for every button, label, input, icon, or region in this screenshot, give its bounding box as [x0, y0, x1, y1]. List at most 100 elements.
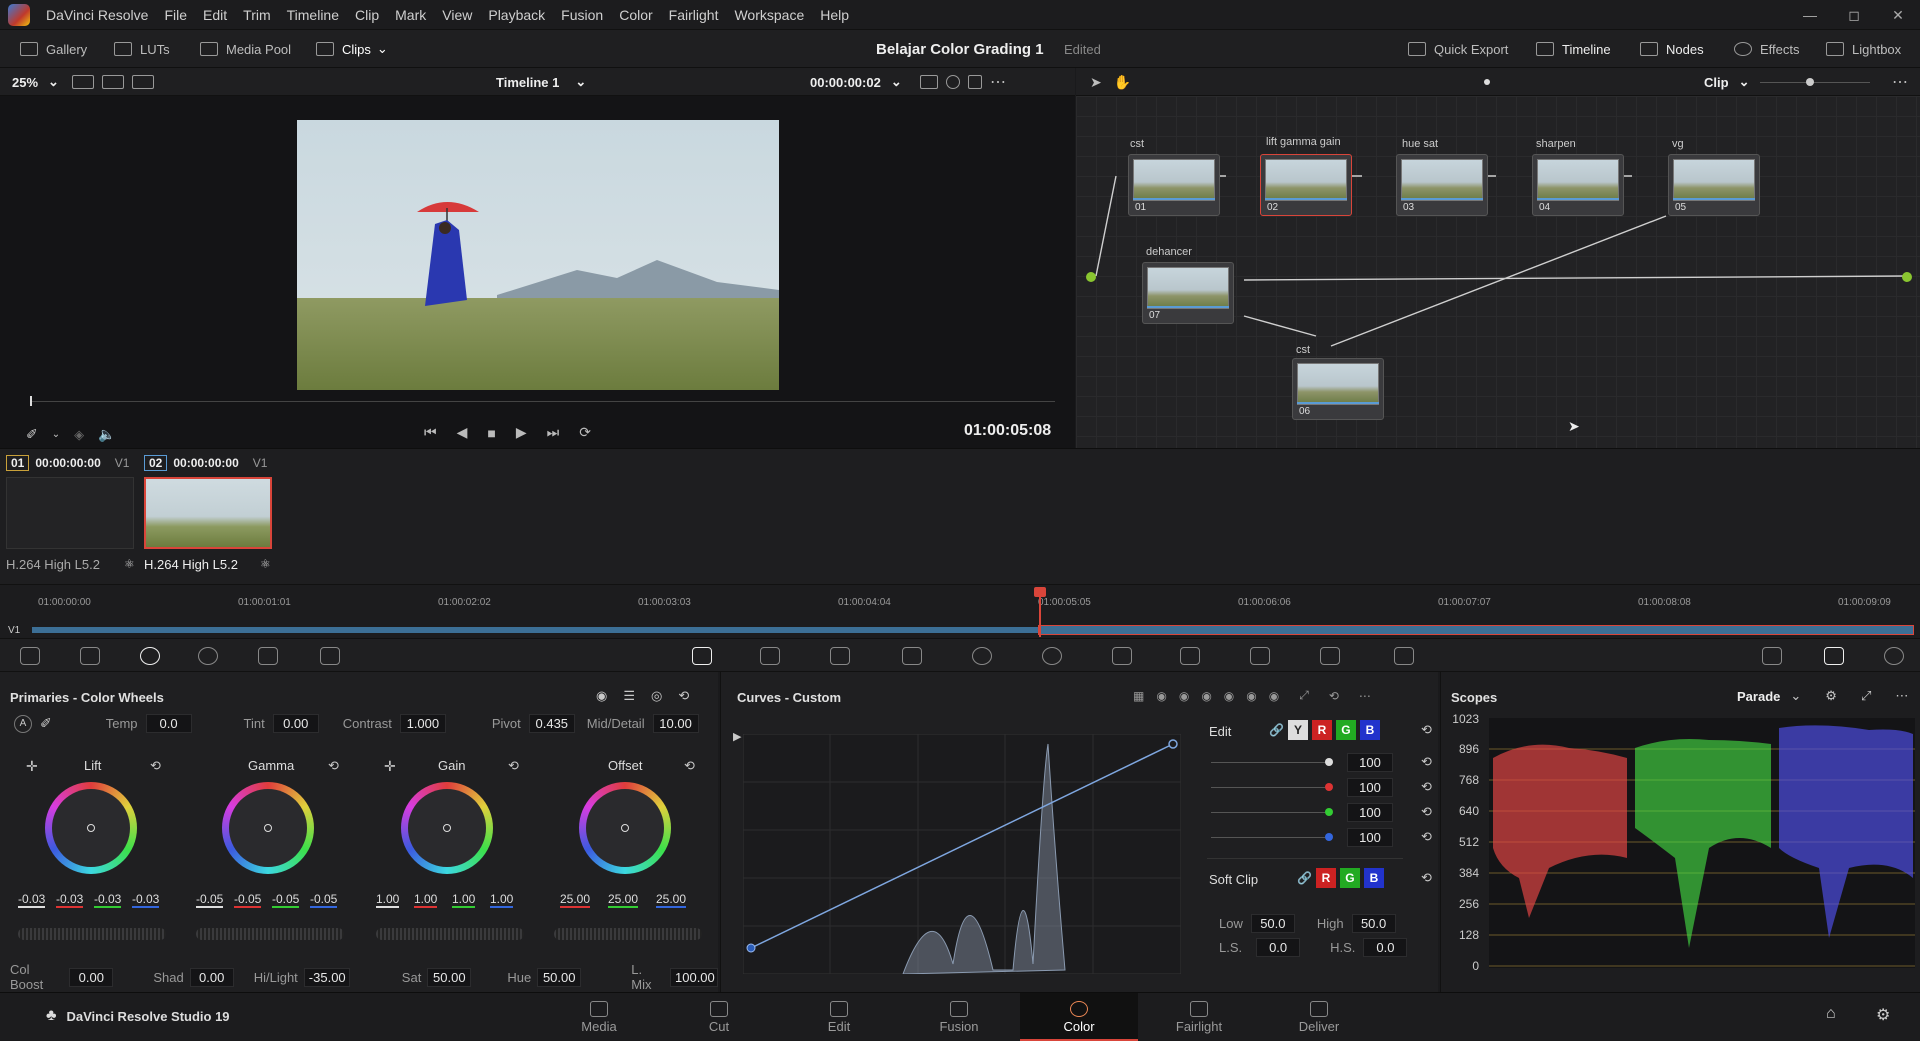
loop-icon[interactable]: ⟳ [579, 424, 591, 441]
volume-icon[interactable]: 🔈 [98, 426, 115, 443]
compare-viewer-icon[interactable] [132, 75, 154, 89]
link-icon[interactable]: 🔗 [1269, 723, 1284, 737]
media-pool-button[interactable]: Media Pool [200, 30, 291, 68]
3d-icon[interactable] [1320, 647, 1340, 665]
node-editor[interactable]: cst 01 lift gamma gain 02 hue sat 03 sha… [1076, 96, 1920, 448]
bars-mode-icon[interactable]: ☰ [623, 688, 635, 704]
pointer-icon[interactable]: ➤ [1090, 74, 1102, 91]
gamma-g-value[interactable]: -0.05 [272, 892, 300, 908]
menu-view[interactable]: View [434, 7, 480, 23]
hue-vs-lum-icon[interactable]: ◉ [1201, 689, 1211, 703]
y-slider[interactable] [1211, 762, 1325, 763]
lift-crosshair-icon[interactable]: ✛ [26, 758, 38, 775]
contrast-field[interactable]: 1.000 [399, 714, 446, 733]
node-07[interactable]: 07 [1142, 262, 1234, 324]
page-dot-icon[interactable] [1484, 79, 1490, 85]
rgb-mixer-icon[interactable] [258, 647, 278, 665]
page-fairlight[interactable]: Fairlight [1140, 993, 1258, 1041]
gain-reset-icon[interactable]: ⟲ [508, 758, 519, 774]
clip-bar-1[interactable] [32, 627, 1038, 633]
b-slider-handle[interactable] [1325, 833, 1333, 841]
mini-timeline[interactable]: 01:00:00:00 01:00:01:01 01:00:02:02 01:0… [0, 584, 1920, 638]
luts-button[interactable]: LUTs [114, 30, 170, 68]
menu-file[interactable]: File [156, 7, 195, 23]
lightbox-toggle[interactable]: Lightbox [1826, 30, 1901, 68]
wheels-mode-icon[interactable]: ◉ [596, 688, 607, 704]
menu-mark[interactable]: Mark [387, 7, 434, 23]
split-viewer-icon[interactable] [102, 75, 124, 89]
clips-button[interactable]: Clips ⌄ [316, 30, 388, 68]
hue-field[interactable]: 50.00 [537, 967, 582, 987]
high-field[interactable]: 50.0 [1351, 914, 1396, 933]
nodes-toggle[interactable]: Nodes [1640, 30, 1704, 68]
layers-icon[interactable]: ◈ [74, 427, 84, 443]
page-cut[interactable]: Cut [660, 993, 778, 1041]
b-intensity-field[interactable]: 100 [1347, 828, 1393, 847]
gamma-reset-icon[interactable]: ⟲ [328, 758, 339, 774]
r-intensity-field[interactable]: 100 [1347, 778, 1393, 797]
offset-master-wheel[interactable] [554, 928, 702, 940]
log-mode-icon[interactable]: ◎ [651, 688, 662, 704]
scrubber-head[interactable] [30, 396, 32, 406]
settings-gear-icon[interactable]: ⚙ [1876, 1005, 1890, 1025]
menu-fusion[interactable]: Fusion [553, 7, 611, 23]
gain-g-value[interactable]: 1.00 [452, 892, 476, 908]
sizing-icon[interactable] [1250, 647, 1270, 665]
pivot-field[interactable]: 0.435 [528, 714, 575, 733]
gain-crosshair-icon[interactable]: ✛ [384, 758, 396, 775]
home-icon[interactable]: ⌂ [1826, 1005, 1836, 1023]
page-fusion[interactable]: Fusion [900, 993, 1018, 1041]
color-wheels-icon[interactable] [140, 647, 160, 665]
node-02[interactable]: 02 [1260, 154, 1352, 216]
link-icon[interactable]: 🔗 [1297, 871, 1312, 885]
picker-icon[interactable]: ✐ [40, 715, 52, 732]
y-intensity-field[interactable]: 100 [1347, 753, 1393, 772]
scope-type-select[interactable]: Parade [1737, 689, 1780, 704]
b-slider[interactable] [1211, 837, 1325, 838]
hi-light-field[interactable]: -35.00 [303, 967, 350, 987]
more-options-icon[interactable]: ⋯ [1892, 68, 1908, 96]
offset-b-value[interactable]: 25.00 [656, 892, 687, 908]
fx-tool-icon[interactable] [1394, 647, 1414, 665]
low-field[interactable]: 50.0 [1250, 914, 1295, 933]
node-04[interactable]: 04 [1532, 154, 1624, 216]
color-match-icon[interactable] [80, 647, 100, 665]
scrubber-track[interactable] [30, 401, 1055, 402]
curve-toggle-icon[interactable]: ▶ [733, 730, 741, 743]
blur-icon[interactable] [1112, 647, 1132, 665]
window-icon[interactable] [902, 647, 922, 665]
lift-b-value[interactable]: -0.03 [132, 892, 160, 908]
gain-r-value[interactable]: 1.00 [414, 892, 438, 908]
lift-wheel[interactable] [45, 782, 137, 874]
gamma-master-wheel[interactable] [196, 928, 344, 940]
offset-r-value[interactable]: 25.00 [560, 892, 591, 908]
temp-field[interactable]: 0.0 [145, 714, 192, 733]
node-zoom-handle[interactable] [1806, 78, 1814, 86]
input-port-icon[interactable] [1086, 272, 1096, 282]
fullscreen-icon[interactable] [968, 75, 982, 89]
menu-trim[interactable]: Trim [235, 7, 278, 23]
l-mix-field[interactable]: 100.00 [670, 967, 718, 987]
soft-clip-g-toggle[interactable]: G [1339, 868, 1360, 888]
offset-reset-icon[interactable]: ⟲ [684, 758, 695, 774]
lift-r-value[interactable]: -0.03 [56, 892, 84, 908]
timeline-select[interactable]: Timeline 1 ⌄ [496, 68, 586, 96]
maximize-icon[interactable]: ◻ [1832, 0, 1876, 30]
gain-wheel[interactable] [401, 782, 493, 874]
menu-timeline[interactable]: Timeline [279, 7, 347, 23]
scope-expand-icon[interactable]: ⤢ [1861, 688, 1871, 704]
page-color[interactable]: Color [1020, 993, 1138, 1041]
close-icon[interactable]: ✕ [1876, 0, 1920, 30]
output-port-icon[interactable] [1902, 272, 1912, 282]
clip-1-thumbnail[interactable] [6, 477, 134, 549]
eyedropper-icon[interactable]: ✐ [26, 426, 38, 443]
more-options-icon[interactable]: ⋯ [1895, 688, 1908, 704]
step-back-icon[interactable]: ◀ [457, 424, 468, 441]
menu-edit[interactable]: Edit [195, 7, 235, 23]
tint-field[interactable]: 0.00 [272, 714, 319, 733]
g-channel-toggle[interactable]: G [1335, 720, 1356, 740]
viewer-mode-icons[interactable] [72, 68, 162, 96]
lift-master-wheel[interactable] [18, 928, 166, 940]
playhead-handle[interactable] [1034, 587, 1046, 597]
b-reset-icon[interactable]: ⟲ [1421, 829, 1432, 845]
